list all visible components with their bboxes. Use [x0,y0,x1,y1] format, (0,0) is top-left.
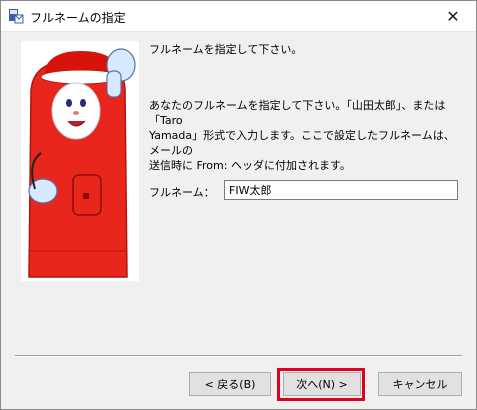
description-text: あなたのフルネームを指定して下さい。「山田太郎」、または「Taro Yamada… [149,99,455,172]
wizard-dialog: フルネームの指定 ✕ フルネームを指定して下さい。 あなたのフルネームを指定して… [0,0,477,410]
window-title: フルネームの指定 [30,11,126,25]
full-name-label: フルネーム： [149,186,215,199]
full-name-input[interactable] [224,180,458,200]
cancel-button[interactable]: キャンセル [378,372,462,396]
intro-text: フルネームを指定して下さい。 [149,43,303,56]
close-icon: ✕ [446,6,460,26]
close-button[interactable]: ✕ [430,1,476,31]
back-button[interactable]: < 戻る(B) [189,372,271,396]
footer-divider [15,355,462,357]
mail-app-icon [9,9,24,24]
title-bar: フルネームの指定 ✕ [1,1,476,32]
mailbox-mascot [21,41,139,281]
next-button-highlight [277,368,365,401]
